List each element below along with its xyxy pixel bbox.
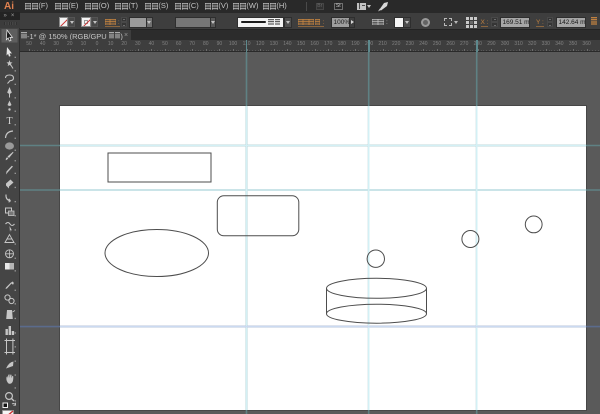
svg-text:T: T [6, 116, 12, 127]
